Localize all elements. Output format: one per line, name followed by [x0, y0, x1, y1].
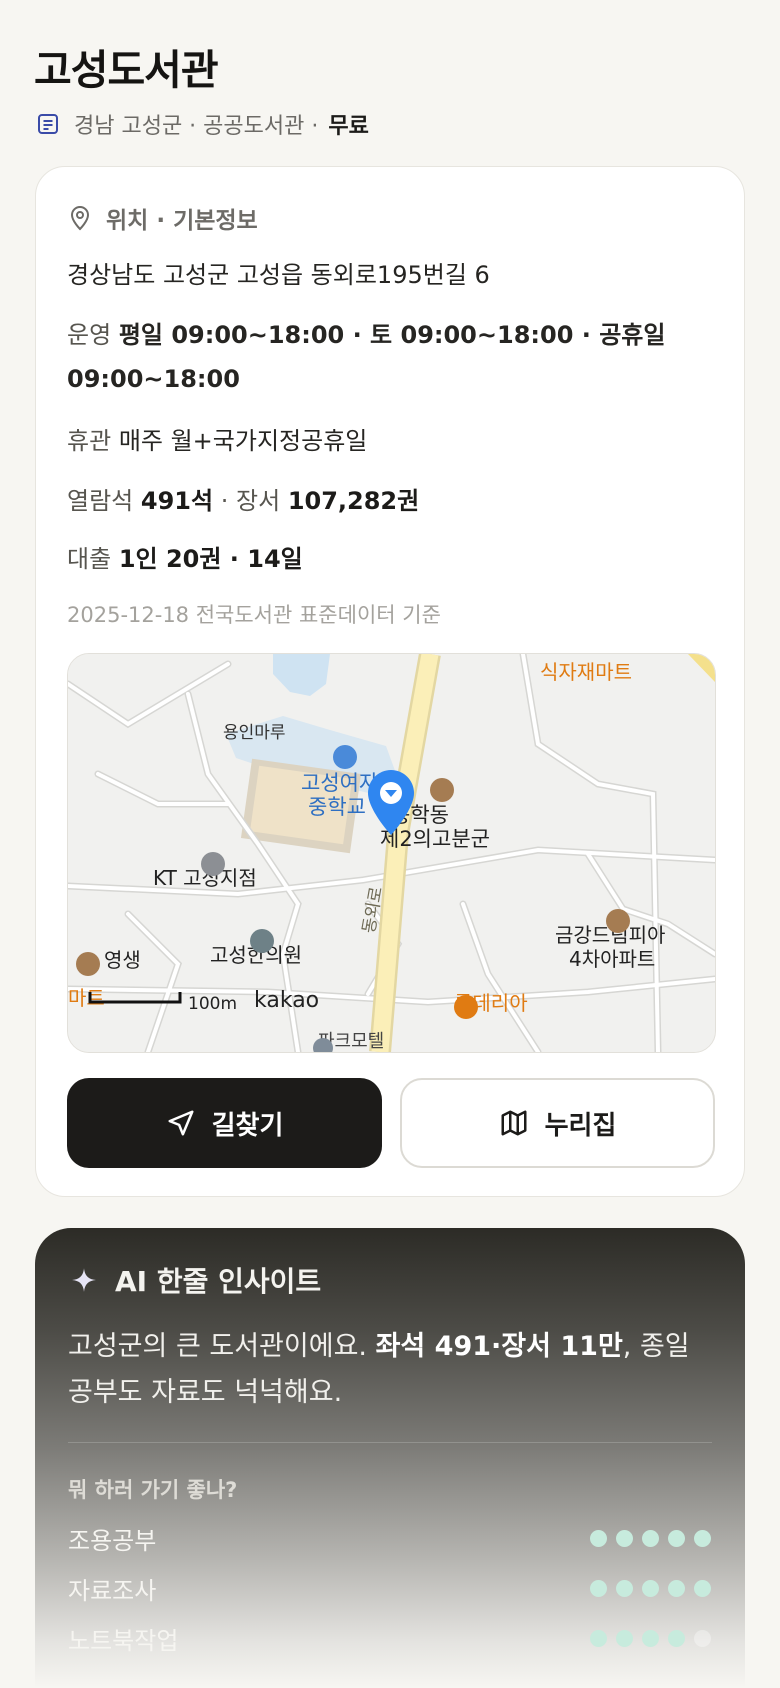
- rating-label: 조용공부: [68, 1526, 157, 1555]
- website-button[interactable]: 누리집: [400, 1078, 715, 1168]
- seats-label: 열람석: [67, 487, 134, 515]
- seats-books: 열람석 491석 · 장서 107,282권: [67, 481, 419, 516]
- rating-dot: [694, 1579, 711, 1597]
- rating-dot: [616, 1579, 633, 1597]
- section-title: 위치 · 기본정보: [106, 208, 258, 234]
- data-source-note: 2025-12-18 전국도서관 표준데이터 기준: [67, 603, 441, 627]
- closed-days: 휴관 매주 월+국가지정공휴일: [67, 421, 367, 456]
- separator: ·: [220, 487, 229, 515]
- rating-dots: [590, 1629, 711, 1647]
- rating-dot: [590, 1579, 607, 1597]
- map-scale: 100m: [188, 994, 237, 1014]
- loan-value: 1인 20권 · 14일: [118, 545, 303, 573]
- map-label: 고성여자: [301, 771, 378, 795]
- info-card: 위치 · 기본정보 경상남도 고성군 고성읍 동외로195번길 6 운영 평일 …: [35, 166, 745, 1197]
- rating-dots: [590, 1529, 711, 1547]
- rating-row: 자료조사: [68, 1571, 711, 1605]
- ai-header: AI 한줄 인사이트: [71, 1260, 321, 1300]
- fee-badge: 무료: [328, 114, 369, 139]
- books-value: 107,282권: [287, 487, 420, 515]
- directions-button[interactable]: 길찾기: [67, 1078, 382, 1168]
- map-label: 식자재마트: [540, 660, 632, 684]
- map-label: 용인마루: [223, 723, 286, 743]
- books-label: 장서: [236, 487, 281, 515]
- map-label: 영생: [104, 948, 141, 972]
- map-label: 4차아파트: [569, 947, 655, 971]
- divider: [68, 1442, 712, 1443]
- meta-text: 경남 고성군 · 공공도서관 ·: [74, 114, 319, 139]
- rating-dot: [590, 1529, 607, 1547]
- rating-dots: [590, 1579, 711, 1597]
- rating-dot: [590, 1629, 607, 1647]
- hours-label: 운영: [67, 321, 112, 349]
- rating-row: 조용공부: [68, 1521, 711, 1555]
- ai-title: AI 한줄 인사이트: [115, 1265, 322, 1298]
- rating-dot: [668, 1579, 685, 1597]
- rating-dot: [616, 1629, 633, 1647]
- rating-dot: [694, 1629, 711, 1647]
- sparkle-icon: [72, 1268, 96, 1292]
- operating-hours: 운영 평일 09:00~18:00 · 토 09:00~18:00 · 공휴일 …: [67, 313, 687, 401]
- navigation-arrow-icon: [168, 1110, 194, 1136]
- map-label: 중학교: [308, 795, 366, 819]
- rating-dot: [616, 1529, 633, 1547]
- rating-dot: [694, 1529, 711, 1547]
- hours-value: 평일 09:00~18:00 · 토 09:00~18:00 · 공휴일 09:…: [67, 321, 666, 393]
- loan-policy: 대출 1인 20권 · 14일: [67, 539, 303, 574]
- document-icon: [36, 112, 60, 136]
- ai-summary: 고성군의 큰 도서관이에요. 좌석 491·장서 11만, 종일 공부도 자료도…: [68, 1324, 708, 1416]
- location-map[interactable]: 용인마루 고성여자 중학교 송학동 제2의고분군 KT 고성지점 고성한의원 영…: [67, 653, 716, 1053]
- closed-label: 휴관: [67, 427, 112, 455]
- map-label: 마트: [68, 986, 105, 1010]
- rating-dot: [642, 1579, 659, 1597]
- ai-text-highlight: 좌석 491·장서 11만: [375, 1331, 623, 1362]
- rating-dot: [642, 1629, 659, 1647]
- rating-label: 노트북작업: [68, 1626, 179, 1655]
- seats-value: 491석: [140, 487, 214, 515]
- rating-dot: [642, 1529, 659, 1547]
- closed-value: 매주 월+국가지정공휴일: [118, 427, 368, 455]
- location-pin-icon: [70, 205, 90, 231]
- ai-question: 뭐 하러 가기 좋나?: [68, 1478, 238, 1502]
- map-brand: kakao: [254, 988, 319, 1013]
- map-icon: [501, 1110, 527, 1136]
- page-title: 고성도서관: [34, 46, 219, 94]
- section-header: 위치 · 기본정보: [68, 201, 258, 235]
- directions-label: 길찾기: [211, 1110, 284, 1141]
- rating-label: 자료조사: [68, 1576, 157, 1605]
- rating-dot: [668, 1529, 685, 1547]
- library-meta: 경남 고성군 · 공공도서관 · 무료: [36, 108, 369, 140]
- ai-insight-card: AI 한줄 인사이트 고성군의 큰 도서관이에요. 좌석 491·장서 11만,…: [35, 1228, 745, 1688]
- rating-dot: [668, 1629, 685, 1647]
- ai-text-part: 고성군의 큰 도서관이에요.: [68, 1331, 367, 1362]
- address: 경상남도 고성군 고성읍 동외로195번길 6: [67, 261, 490, 289]
- map-label: 제2의고분군: [380, 827, 490, 851]
- loan-label: 대출: [67, 545, 112, 573]
- website-label: 누리집: [544, 1110, 617, 1141]
- rating-row: 노트북작업: [68, 1621, 711, 1655]
